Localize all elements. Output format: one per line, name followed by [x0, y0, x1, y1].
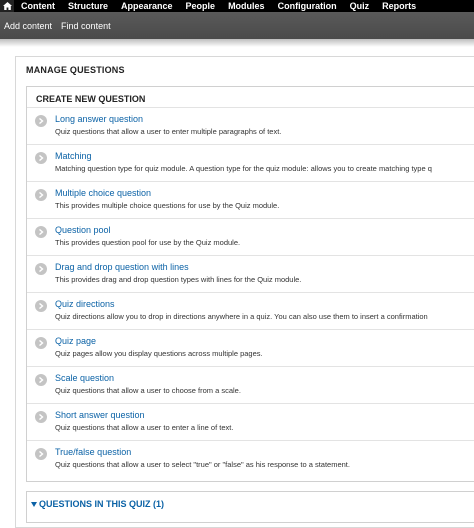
toolbar-shadow: [0, 39, 474, 47]
toolbar-item-structure[interactable]: Structure: [62, 1, 115, 11]
question-type-description: This provides question pool for use by t…: [55, 238, 241, 247]
shortcut-add-content[interactable]: Add content: [0, 21, 57, 31]
chevron-right-icon: [35, 189, 47, 201]
chevron-right-icon: [35, 152, 47, 164]
question-type-list: Long answer question Quiz questions that…: [27, 107, 474, 477]
question-type-description: This provides drag and drop question typ…: [55, 275, 302, 284]
questions-in-quiz-fieldset: QUESTIONS IN THIS QUIZ (1): [26, 491, 474, 523]
manage-questions-title: MANAGE QUESTIONS: [26, 65, 125, 75]
question-type-short-answer[interactable]: Short answer question Quiz questions tha…: [27, 403, 474, 440]
toolbar-item-appearance[interactable]: Appearance: [115, 1, 180, 11]
question-type-quiz-page[interactable]: Quiz page Quiz pages allow you display q…: [27, 329, 474, 366]
question-type-quiz-directions[interactable]: Quiz directions Quiz directions allow yo…: [27, 292, 474, 329]
question-type-link[interactable]: True/false question: [55, 447, 131, 457]
shortcut-bar: Add content Find content: [0, 12, 474, 40]
chevron-right-icon: [35, 115, 47, 127]
question-type-description: Matching question type for quiz module. …: [55, 164, 432, 173]
create-new-question-title: CREATE NEW QUESTION: [36, 94, 146, 104]
questions-in-quiz-toggle[interactable]: QUESTIONS IN THIS QUIZ (1): [31, 499, 164, 509]
home-icon[interactable]: [0, 0, 14, 12]
question-type-drag-and-drop[interactable]: Drag and drop question with lines This p…: [27, 255, 474, 292]
chevron-right-icon: [35, 411, 47, 423]
question-type-multiple-choice[interactable]: Multiple choice question This provides m…: [27, 181, 474, 218]
chevron-right-icon: [35, 226, 47, 238]
question-type-link[interactable]: Short answer question: [55, 410, 145, 420]
question-type-link[interactable]: Quiz page: [55, 336, 96, 346]
toolbar-item-modules[interactable]: Modules: [222, 1, 272, 11]
create-new-question-box: CREATE NEW QUESTION Long answer question…: [26, 86, 474, 482]
toolbar-item-quiz[interactable]: Quiz: [344, 1, 377, 11]
triangle-down-icon: [31, 501, 37, 507]
admin-toolbar: Content Structure Appearance People Modu…: [0, 0, 474, 12]
question-type-scale[interactable]: Scale question Quiz questions that allow…: [27, 366, 474, 403]
question-type-description: This provides multiple choice questions …: [55, 201, 280, 210]
chevron-right-icon: [35, 300, 47, 312]
toolbar-item-reports[interactable]: Reports: [376, 1, 423, 11]
chevron-right-icon: [35, 448, 47, 460]
chevron-right-icon: [35, 374, 47, 386]
question-type-link[interactable]: Drag and drop question with lines: [55, 262, 189, 272]
toolbar-item-configuration[interactable]: Configuration: [272, 1, 344, 11]
question-type-question-pool[interactable]: Question pool This provides question poo…: [27, 218, 474, 255]
question-type-link[interactable]: Long answer question: [55, 114, 143, 124]
question-type-link[interactable]: Multiple choice question: [55, 188, 151, 198]
question-type-description: Quiz questions that allow a user to choo…: [55, 386, 241, 395]
question-type-description: Quiz directions allow you to drop in dir…: [55, 312, 428, 321]
chevron-right-icon: [35, 337, 47, 349]
question-type-matching[interactable]: Matching Matching question type for quiz…: [27, 144, 474, 181]
question-type-description: Quiz questions that allow a user to ente…: [55, 423, 234, 432]
question-type-long-answer[interactable]: Long answer question Quiz questions that…: [27, 107, 474, 144]
question-type-description: Quiz pages allow you display questions a…: [55, 349, 263, 358]
question-type-link[interactable]: Scale question: [55, 373, 114, 383]
toolbar-item-content[interactable]: Content: [14, 1, 62, 11]
shortcut-find-content[interactable]: Find content: [57, 21, 116, 31]
chevron-right-icon: [35, 263, 47, 275]
toolbar-item-people[interactable]: People: [180, 1, 223, 11]
question-type-link[interactable]: Quiz directions: [55, 299, 115, 309]
questions-in-quiz-label: QUESTIONS IN THIS QUIZ (1): [39, 499, 165, 509]
question-type-description: Quiz questions that allow a user to ente…: [55, 127, 282, 136]
question-type-description: Quiz questions that allow a user to sele…: [55, 460, 350, 469]
question-type-link[interactable]: Matching: [55, 151, 92, 161]
question-type-link[interactable]: Question pool: [55, 225, 111, 235]
question-type-true-false[interactable]: True/false question Quiz questions that …: [27, 440, 474, 477]
